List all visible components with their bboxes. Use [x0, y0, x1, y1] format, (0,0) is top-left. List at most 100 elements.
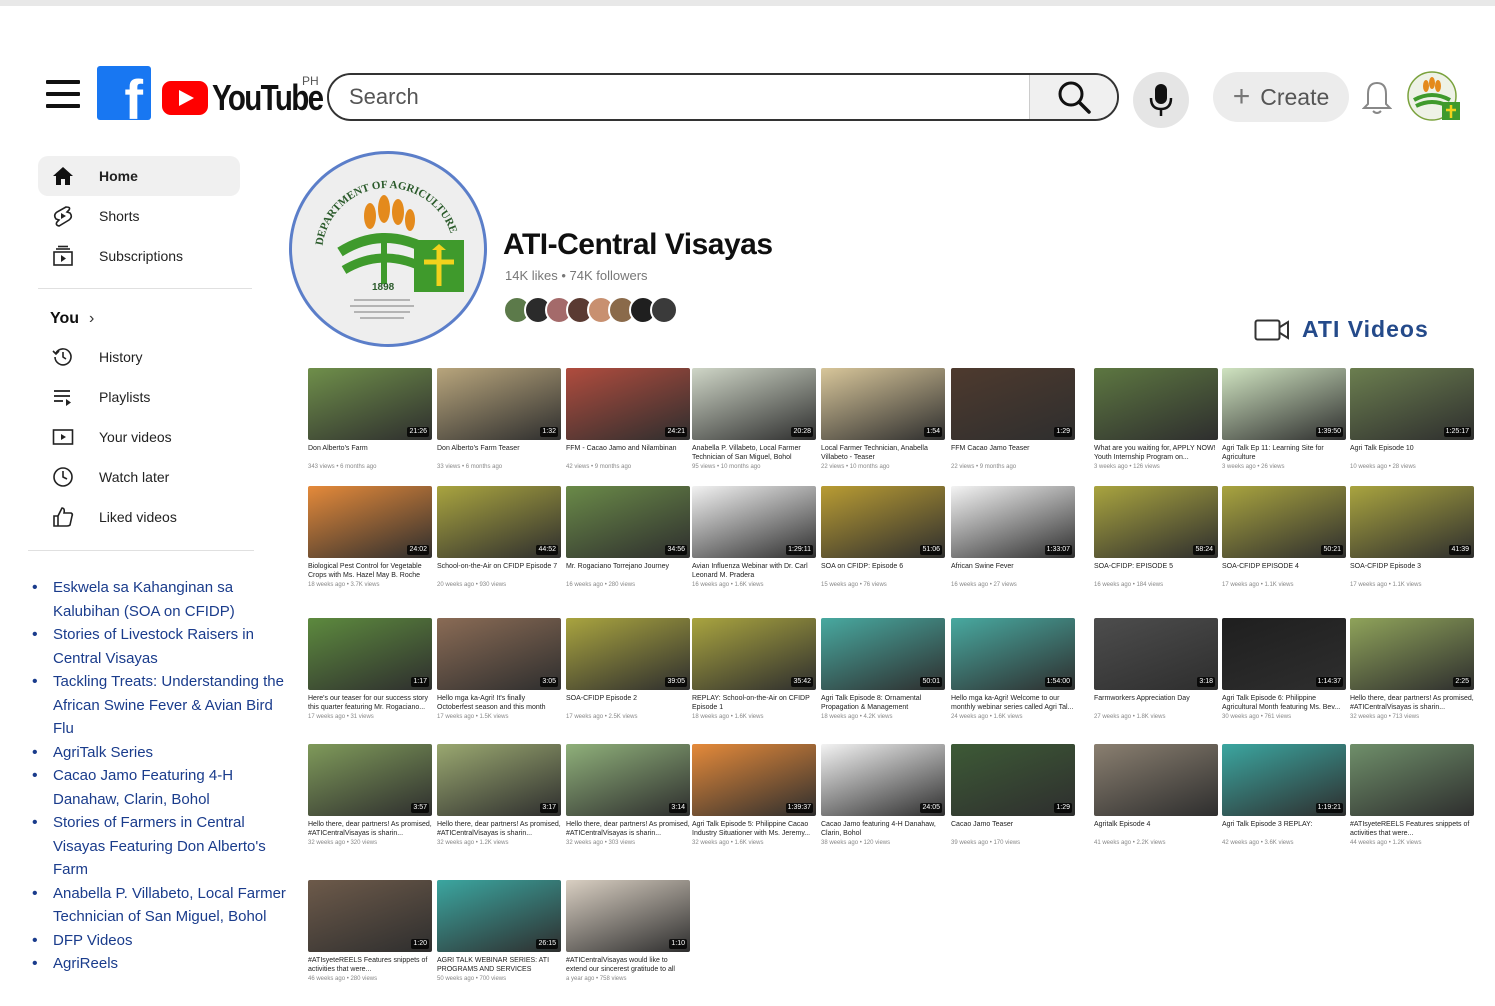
- video-thumbnail[interactable]: [1094, 744, 1218, 816]
- video-thumbnail[interactable]: 1:33:07: [951, 486, 1075, 558]
- video-title[interactable]: Agri Talk Episode 8: Ornamental Propagat…: [821, 694, 945, 712]
- video-card[interactable]: 3:05 Hello mga ka-Agri! It's finally Octo…: [437, 618, 561, 721]
- video-card[interactable]: What are you waiting for, APPLY NOW! You…: [1094, 368, 1218, 471]
- video-thumbnail[interactable]: 2:25: [1350, 618, 1474, 690]
- video-card[interactable]: 1:29 Cacao Jamo Teaser 39 weeks ago • 170 …: [951, 744, 1075, 847]
- video-thumbnail[interactable]: 1:39:50: [1222, 368, 1346, 440]
- video-title[interactable]: Agri Talk Episode 3 REPLAY:: [1222, 820, 1346, 838]
- video-thumbnail[interactable]: 1:25:17: [1350, 368, 1474, 440]
- facebook-logo-icon[interactable]: f: [97, 66, 151, 120]
- video-card[interactable]: 41:39 SOA-CFIDP Episode 3 17 weeks ago • 1…: [1350, 486, 1474, 589]
- video-title[interactable]: Hello there, dear partners! As promised,…: [308, 820, 432, 838]
- video-title[interactable]: Farmworkers Appreciation Day: [1094, 694, 1218, 712]
- video-card[interactable]: 24:02 Biological Pest Control for Vegetab…: [308, 486, 432, 589]
- video-thumbnail[interactable]: 3:05: [437, 618, 561, 690]
- video-card[interactable]: 26:15 AGRI TALK WEBINAR SERIES: ATI PROGR…: [437, 880, 561, 983]
- video-title[interactable]: #ATIsyeteREELS Features snippets of acti…: [1350, 820, 1474, 838]
- sidebar-item-home[interactable]: Home: [38, 156, 240, 196]
- video-thumbnail[interactable]: 24:05: [821, 744, 945, 816]
- video-card[interactable]: 1:25:17 Agri Talk Episode 10 10 weeks ago …: [1350, 368, 1474, 471]
- playlist-link[interactable]: AgriTalk Series: [30, 741, 288, 765]
- video-title[interactable]: Hello there, dear partners! As promised,…: [1350, 694, 1474, 712]
- video-card[interactable]: 24:21 FFM - Cacao Jamo and Nilambinan 42 v…: [566, 368, 690, 471]
- video-card[interactable]: 58:24 SOA-CFIDP: EPISODE 5 16 weeks ago • …: [1094, 486, 1218, 589]
- video-title[interactable]: SOA-CFIDP Episode 3: [1350, 562, 1474, 580]
- video-title[interactable]: AGRI TALK WEBINAR SERIES: ATI PROGRAMS A…: [437, 956, 561, 974]
- video-card[interactable]: 1:54 Local Farmer Technician, Anabella Vi…: [821, 368, 945, 471]
- video-title[interactable]: School-on-the-Air on CFIDP Episode 7: [437, 562, 561, 580]
- hamburger-menu-icon[interactable]: [46, 80, 80, 110]
- video-title[interactable]: Hello there, dear partners! As promised,…: [566, 820, 690, 838]
- video-card[interactable]: 3:18 Farmworkers Appreciation Day 27 weeks…: [1094, 618, 1218, 721]
- sidebar-item-liked-videos[interactable]: Liked videos: [38, 497, 278, 537]
- video-thumbnail[interactable]: 1:17: [308, 618, 432, 690]
- sidebar-item-your-videos[interactable]: Your videos: [38, 417, 278, 457]
- video-card[interactable]: 3:57 Hello there, dear partners! As promi…: [308, 744, 432, 847]
- playlist-link[interactable]: Cacao Jamo Featuring 4-H Danahaw, Clarin…: [30, 764, 288, 811]
- video-thumbnail[interactable]: 1:32: [437, 368, 561, 440]
- youtube-logo[interactable]: YouTube: [162, 77, 347, 118]
- video-card[interactable]: 34:56 Mr. Rogaciano Torrejano Journey 16 w…: [566, 486, 690, 589]
- video-title[interactable]: Agri Talk Episode 6: Philippine Agricult…: [1222, 694, 1346, 712]
- video-card[interactable]: #ATIsyeteREELS Features snippets of acti…: [1350, 744, 1474, 847]
- playlist-link[interactable]: Stories of Farmers in Central Visayas Fe…: [30, 811, 288, 882]
- sidebar-item-history[interactable]: History: [38, 337, 278, 377]
- account-avatar[interactable]: [1404, 70, 1466, 126]
- sidebar-item-playlists[interactable]: Playlists: [38, 377, 278, 417]
- video-title[interactable]: FFM - Cacao Jamo and Nilambinan: [566, 444, 690, 462]
- video-thumbnail[interactable]: 3:14: [566, 744, 690, 816]
- video-title[interactable]: African Swine Fever: [951, 562, 1075, 580]
- video-thumbnail[interactable]: 1:39:37: [692, 744, 816, 816]
- playlist-link[interactable]: Stories of Livestock Raisers in Central …: [30, 623, 288, 670]
- video-card[interactable]: 1:10 #ATICentralVisayas would like to ext…: [566, 880, 690, 983]
- video-thumbnail[interactable]: 1:54: [821, 368, 945, 440]
- video-card[interactable]: 1:17 Here's our teaser for our success st…: [308, 618, 432, 721]
- playlist-link[interactable]: Eskwela sa Kahanginan sa Kalubihan (SOA …: [30, 576, 288, 623]
- sidebar-item-watch-later[interactable]: Watch later: [38, 457, 278, 497]
- video-thumbnail[interactable]: 3:18: [1094, 618, 1218, 690]
- video-thumbnail[interactable]: 1:29: [951, 368, 1075, 440]
- video-card[interactable]: 51:06 SOA on CFIDP: Episode 6 15 weeks ago…: [821, 486, 945, 589]
- video-title[interactable]: Local Farmer Technician, Anabella Villab…: [821, 444, 945, 462]
- video-title[interactable]: SOA-CFIDP: EPISODE 5: [1094, 562, 1218, 580]
- video-thumbnail[interactable]: [1094, 368, 1218, 440]
- video-card[interactable]: 1:29:11 Avian Influenza Webinar with Dr. …: [692, 486, 816, 589]
- channel-avatar[interactable]: DEPARTMENT OF AGRICULTURE 1898: [289, 151, 487, 347]
- video-card[interactable]: 20:28 Anabella P. Villabeto, Local Farmer…: [692, 368, 816, 471]
- video-title[interactable]: Cacao Jamo Teaser: [951, 820, 1075, 838]
- video-card[interactable]: 1:39:50 Agri Talk Ep 11: Learning Site fo…: [1222, 368, 1346, 471]
- video-thumbnail[interactable]: 24:21: [566, 368, 690, 440]
- video-thumbnail[interactable]: 1:10: [566, 880, 690, 952]
- video-thumbnail[interactable]: 1:29: [951, 744, 1075, 816]
- sidebar-item-subscriptions[interactable]: Subscriptions: [38, 236, 278, 276]
- video-card[interactable]: 1:29 FFM Cacao Jamo Teaser 22 views • 9 mo…: [951, 368, 1075, 471]
- video-card[interactable]: 21:26 Don Alberto's Farm 343 views • 6 mon…: [308, 368, 432, 471]
- sidebar-you-header[interactable]: You ›: [38, 301, 278, 337]
- video-thumbnail[interactable]: 3:17: [437, 744, 561, 816]
- video-thumbnail[interactable]: [1350, 744, 1474, 816]
- video-thumbnail[interactable]: 1:14:37: [1222, 618, 1346, 690]
- video-card[interactable]: 2:25 Hello there, dear partners! As promi…: [1350, 618, 1474, 721]
- video-card[interactable]: 1:39:37 Agri Talk Episode 5: Philippine C…: [692, 744, 816, 847]
- video-thumbnail[interactable]: 39:05: [566, 618, 690, 690]
- video-title[interactable]: Don Alberto's Farm Teaser: [437, 444, 561, 462]
- video-thumbnail[interactable]: 3:57: [308, 744, 432, 816]
- video-title[interactable]: Hello there, dear partners! As promised,…: [437, 820, 561, 838]
- video-thumbnail[interactable]: 41:39: [1350, 486, 1474, 558]
- video-title[interactable]: Biological Pest Control for Vegetable Cr…: [308, 562, 432, 580]
- video-card[interactable]: 1:19:21 Agri Talk Episode 3 REPLAY: 42 wee…: [1222, 744, 1346, 847]
- video-card[interactable]: 1:20 #ATIsyeteREELS Features snippets of …: [308, 880, 432, 983]
- video-title[interactable]: Cacao Jamo featuring 4-H Danahaw, Clarin…: [821, 820, 945, 838]
- video-thumbnail[interactable]: 50:01: [821, 618, 945, 690]
- video-title[interactable]: Agritalk Episode 4: [1094, 820, 1218, 838]
- video-title[interactable]: What are you waiting for, APPLY NOW! You…: [1094, 444, 1218, 462]
- video-card[interactable]: 50:01 Agri Talk Episode 8: Ornamental Pro…: [821, 618, 945, 721]
- search-input[interactable]: [329, 75, 1029, 119]
- video-title[interactable]: FFM Cacao Jamo Teaser: [951, 444, 1075, 462]
- video-card[interactable]: 1:14:37 Agri Talk Episode 6: Philippine A…: [1222, 618, 1346, 721]
- video-thumbnail[interactable]: 44:52: [437, 486, 561, 558]
- sidebar-item-shorts[interactable]: Shorts: [38, 196, 278, 236]
- video-card[interactable]: 44:52 School-on-the-Air on CFIDP Episode …: [437, 486, 561, 589]
- notifications-button[interactable]: [1361, 80, 1393, 121]
- video-title[interactable]: Avian Influenza Webinar with Dr. Carl Le…: [692, 562, 816, 580]
